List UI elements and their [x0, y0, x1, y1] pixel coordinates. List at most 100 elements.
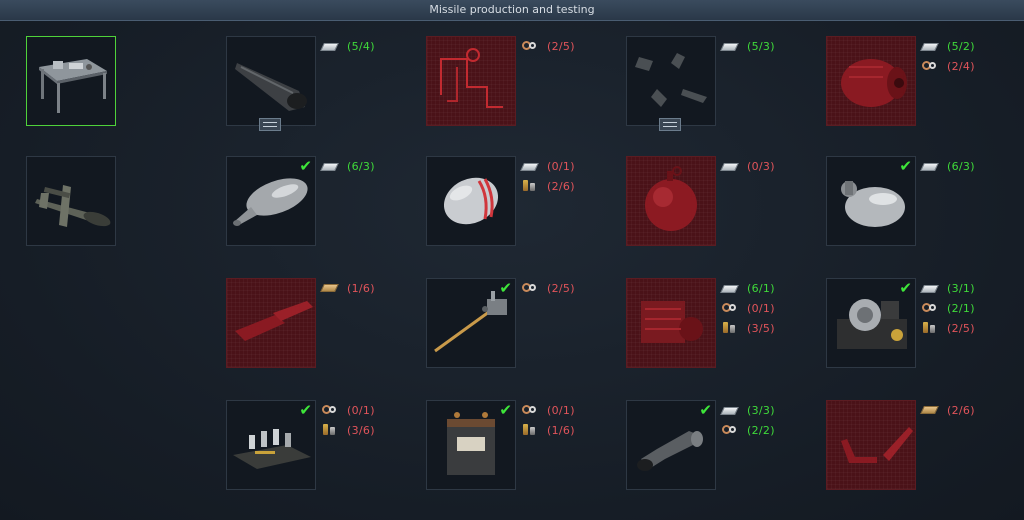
wing-panels-part-icon	[235, 301, 313, 341]
requirement-item: (0/3)	[721, 156, 775, 176]
requirement-count: (2/6)	[547, 179, 575, 193]
requirement-count: (5/2)	[947, 39, 975, 53]
requirement-item: (1/6)	[321, 278, 375, 298]
bracket-part-icon	[841, 427, 913, 463]
tubing-part-slot[interactable]	[426, 36, 516, 126]
warhead-part-icon	[443, 177, 499, 225]
requirement-item: (3/6)	[321, 420, 375, 440]
v1-missile-slot[interactable]	[26, 156, 116, 246]
antenna-rod-part-slot[interactable]: ✔	[426, 278, 516, 368]
metal-sheet-icon	[721, 40, 737, 52]
requirement-count: (0/1)	[547, 403, 575, 417]
bracket-part-slot[interactable]	[826, 400, 916, 490]
wire-icon	[721, 423, 737, 437]
requirement-count: (0/1)	[347, 403, 375, 417]
metal-sheet-icon	[321, 40, 337, 52]
requirement-item: (6/1)	[721, 278, 775, 298]
requirement-count: (6/3)	[347, 159, 375, 173]
metal-sheet-icon	[721, 404, 737, 416]
electronics-icon	[321, 423, 337, 437]
requirement-item: (2/5)	[521, 278, 575, 298]
electronics-icon	[721, 321, 737, 335]
nose-cone-part-icon	[235, 63, 307, 111]
blueprint-badge-icon	[259, 118, 281, 131]
wire-icon	[521, 281, 537, 295]
window-title: Missile production and testing	[0, 0, 1024, 21]
wire-icon	[721, 301, 737, 315]
requirement-item: (2/1)	[921, 298, 975, 318]
requirement-count: (0/3)	[747, 159, 775, 173]
gyroscope-part-slot[interactable]: ✔	[826, 278, 916, 368]
completed-check-icon: ✔	[899, 279, 912, 297]
requirement-item: (5/2)	[921, 36, 975, 56]
engine-block-part-icon	[641, 301, 703, 343]
electronics-icon	[521, 423, 537, 437]
circuit-chassis-part-slot[interactable]: ✔	[226, 400, 316, 490]
requirement-count: (2/2)	[747, 423, 775, 437]
workbench-slot[interactable]	[26, 36, 116, 126]
requirement-count: (6/1)	[747, 281, 775, 295]
wire-icon	[921, 59, 937, 73]
motor-part-icon	[841, 59, 907, 107]
nose-cone-part-slot[interactable]	[226, 36, 316, 126]
requirement-count: (2/6)	[947, 403, 975, 417]
metal-sheet-icon	[921, 282, 937, 294]
requirement-item: (5/3)	[721, 36, 775, 56]
requirement-count: (2/5)	[547, 281, 575, 295]
pressure-sphere-part-icon	[645, 166, 697, 231]
requirement-count: (1/6)	[347, 281, 375, 295]
requirement-item: (3/1)	[921, 278, 975, 298]
completed-check-icon: ✔	[699, 401, 712, 419]
requirement-item: (2/6)	[921, 400, 975, 420]
requirement-count: (5/4)	[347, 39, 375, 53]
completed-check-icon: ✔	[899, 157, 912, 175]
workbench-icon	[39, 59, 107, 113]
wire-icon	[521, 403, 537, 417]
requirement-item: (2/5)	[521, 36, 575, 56]
wire-icon	[921, 301, 937, 315]
blueprint-badge-icon	[659, 118, 681, 131]
requirement-count: (2/4)	[947, 59, 975, 73]
wing-panels-part-slot[interactable]	[226, 278, 316, 368]
completed-check-icon: ✔	[499, 279, 512, 297]
requirement-count: (0/1)	[747, 301, 775, 315]
requirement-count: (3/1)	[947, 281, 975, 295]
wire-icon	[321, 403, 337, 417]
requirement-item: (6/3)	[321, 156, 375, 176]
metal-sheet-icon	[921, 160, 937, 172]
v1-missile-icon	[35, 185, 111, 227]
requirement-item: (0/1)	[321, 400, 375, 420]
metal-sheet-icon	[721, 282, 737, 294]
exhaust-nozzle-part-slot[interactable]: ✔	[626, 400, 716, 490]
requirement-count: (2/5)	[947, 321, 975, 335]
requirement-count: (2/5)	[547, 39, 575, 53]
electronics-icon	[521, 179, 537, 193]
metal-sheet-icon	[921, 40, 937, 52]
requirement-count: (3/5)	[747, 321, 775, 335]
requirement-item: (2/4)	[921, 56, 975, 76]
requirement-item: (1/6)	[521, 420, 575, 440]
requirement-count: (5/3)	[747, 39, 775, 53]
requirement-item: (3/5)	[721, 318, 775, 338]
pressure-sphere-part-slot[interactable]	[626, 156, 716, 246]
requirement-count: (6/3)	[947, 159, 975, 173]
requirement-item: (0/1)	[521, 156, 575, 176]
requirement-count: (2/1)	[947, 301, 975, 315]
engine-block-part-slot[interactable]	[626, 278, 716, 368]
metal-sheet-icon	[521, 160, 537, 172]
requirement-item: (2/2)	[721, 420, 775, 440]
requirement-item: (2/5)	[921, 318, 975, 338]
fuel-tank-part-slot[interactable]: ✔	[226, 156, 316, 246]
requirement-item: (0/1)	[521, 400, 575, 420]
warhead-part-slot[interactable]	[426, 156, 516, 246]
requirement-item: (2/6)	[521, 176, 575, 196]
tubing-part-icon	[440, 48, 503, 108]
motor-part-slot[interactable]	[826, 36, 916, 126]
fins-part-slot[interactable]	[626, 36, 716, 126]
battery-part-slot[interactable]: ✔	[426, 400, 516, 490]
requirement-count: (0/1)	[547, 159, 575, 173]
electronics-icon	[921, 321, 937, 335]
requirement-count: (1/6)	[547, 423, 575, 437]
pressure-tank-part-slot[interactable]: ✔	[826, 156, 916, 246]
requirement-item: (5/4)	[321, 36, 375, 56]
